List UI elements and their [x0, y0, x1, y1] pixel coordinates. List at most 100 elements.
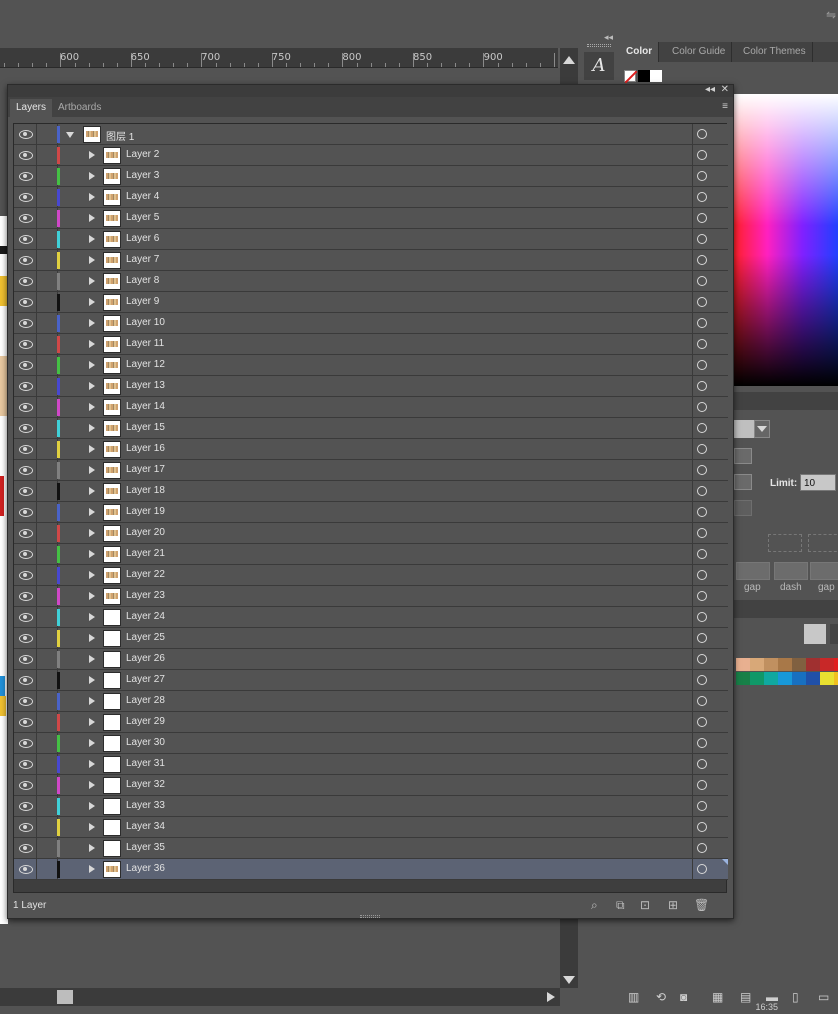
lock-toggle[interactable]: [36, 523, 58, 543]
color-swatch[interactable]: [778, 672, 792, 685]
lock-toggle[interactable]: [36, 397, 58, 417]
layer-name[interactable]: Layer 7: [126, 254, 159, 265]
expand-right-icon[interactable]: [89, 445, 95, 453]
lock-toggle[interactable]: [36, 733, 58, 753]
lock-toggle[interactable]: [36, 187, 58, 207]
expand-right-icon[interactable]: [89, 802, 95, 810]
lock-toggle[interactable]: [36, 838, 58, 858]
lock-toggle[interactable]: [36, 754, 58, 774]
eye-icon[interactable]: [14, 418, 36, 438]
expand-right-icon[interactable]: [89, 466, 95, 474]
collapse-icon[interactable]: ◂◂: [705, 84, 715, 95]
eye-icon[interactable]: [14, 187, 36, 207]
expand-right-icon[interactable]: [89, 676, 95, 684]
layer-name[interactable]: Layer 17: [126, 464, 165, 475]
eye-icon[interactable]: [14, 712, 36, 732]
expand-right-icon[interactable]: [89, 781, 95, 789]
layer-name[interactable]: Layer 18: [126, 485, 165, 496]
expand-right-icon[interactable]: [89, 403, 95, 411]
canvas-horizontal-scrollbar[interactable]: [0, 988, 560, 1006]
target-icon[interactable]: [697, 654, 707, 664]
expand-right-icon[interactable]: [89, 256, 95, 264]
expand-down-icon[interactable]: [66, 132, 74, 138]
new-sublayer-icon[interactable]: ⊞: [668, 898, 678, 912]
trash-icon[interactable]: ▭: [818, 990, 829, 1004]
target-icon[interactable]: [697, 444, 707, 454]
expand-right-icon[interactable]: [89, 550, 95, 558]
layer-row[interactable]: Layer 4: [14, 187, 728, 208]
lock-toggle[interactable]: [36, 418, 58, 438]
eye-icon[interactable]: [14, 250, 36, 270]
expand-right-icon[interactable]: [89, 319, 95, 327]
lock-toggle[interactable]: [36, 859, 58, 879]
grid-icon[interactable]: ▦: [712, 990, 723, 1004]
camera-icon[interactable]: ◙: [680, 990, 687, 1004]
target-icon[interactable]: [697, 759, 707, 769]
layer-name[interactable]: Layer 4: [126, 191, 159, 202]
layer-row[interactable]: Layer 33: [14, 796, 728, 817]
layer-row[interactable]: Layer 31: [14, 754, 728, 775]
layer-row[interactable]: Layer 21: [14, 544, 728, 565]
layer-row[interactable]: Layer 25: [14, 628, 728, 649]
panel-titlebar[interactable]: ◂◂ ✕: [8, 84, 733, 97]
expand-right-icon[interactable]: [89, 718, 95, 726]
color-swatch[interactable]: [820, 672, 834, 685]
grid-view-icon[interactable]: [830, 624, 838, 644]
scroll-up-icon[interactable]: [563, 56, 575, 68]
lock-toggle[interactable]: [36, 712, 58, 732]
layer-name[interactable]: Layer 36: [126, 863, 165, 874]
target-icon[interactable]: [697, 507, 707, 517]
expand-right-icon[interactable]: [89, 298, 95, 306]
new-icon[interactable]: ▯: [792, 990, 799, 1004]
layer-row[interactable]: Layer 32: [14, 775, 728, 796]
lock-toggle[interactable]: [36, 544, 58, 564]
expand-right-icon[interactable]: [89, 277, 95, 285]
expand-right-icon[interactable]: [89, 634, 95, 642]
target-icon[interactable]: [697, 486, 707, 496]
eye-icon[interactable]: [14, 460, 36, 480]
layer-row[interactable]: Layer 12: [14, 355, 728, 376]
target-icon[interactable]: [697, 549, 707, 559]
layer-name[interactable]: Layer 34: [126, 821, 165, 832]
expand-right-icon[interactable]: [89, 235, 95, 243]
eye-icon[interactable]: [14, 313, 36, 333]
target-icon[interactable]: [697, 318, 707, 328]
target-icon[interactable]: [697, 150, 707, 160]
expand-right-icon[interactable]: [89, 382, 95, 390]
eye-icon[interactable]: [14, 334, 36, 354]
expand-right-icon[interactable]: [89, 340, 95, 348]
character-panel-icon[interactable]: A: [584, 52, 614, 80]
layer-row[interactable]: Layer 14: [14, 397, 728, 418]
layer-row[interactable]: Layer 7: [14, 250, 728, 271]
lock-toggle[interactable]: [36, 586, 58, 606]
list-view-icon[interactable]: [804, 624, 826, 644]
layer-name[interactable]: Layer 23: [126, 590, 165, 601]
scroll-right-icon[interactable]: [547, 992, 555, 1002]
none-swatch[interactable]: [624, 70, 636, 82]
target-icon[interactable]: [697, 423, 707, 433]
search-icon[interactable]: ⌕: [591, 898, 598, 913]
horizontal-scroll-thumb[interactable]: [57, 990, 73, 1004]
lock-toggle[interactable]: [36, 607, 58, 627]
target-icon[interactable]: [697, 528, 707, 538]
eye-icon[interactable]: [14, 439, 36, 459]
eye-icon[interactable]: [14, 607, 36, 627]
expand-right-icon[interactable]: [89, 172, 95, 180]
layer-name[interactable]: Layer 21: [126, 548, 165, 559]
lock-toggle[interactable]: [36, 502, 58, 522]
target-icon[interactable]: [697, 213, 707, 223]
layer-name[interactable]: Layer 27: [126, 674, 165, 685]
layer-row[interactable]: Layer 17: [14, 460, 728, 481]
tab-layers[interactable]: Layers: [10, 99, 53, 117]
black-swatch[interactable]: [638, 70, 650, 82]
expand-right-icon[interactable]: [89, 613, 95, 621]
target-icon[interactable]: [697, 696, 707, 706]
color-swatch[interactable]: [834, 658, 838, 671]
expand-right-icon[interactable]: [89, 592, 95, 600]
dash-align-icon[interactable]: [808, 534, 838, 552]
expand-right-icon[interactable]: [89, 865, 95, 873]
color-swatch[interactable]: [736, 658, 750, 671]
panel-menu-icon[interactable]: ≡: [722, 101, 728, 112]
color-swatch[interactable]: [764, 658, 778, 671]
target-icon[interactable]: [697, 717, 707, 727]
